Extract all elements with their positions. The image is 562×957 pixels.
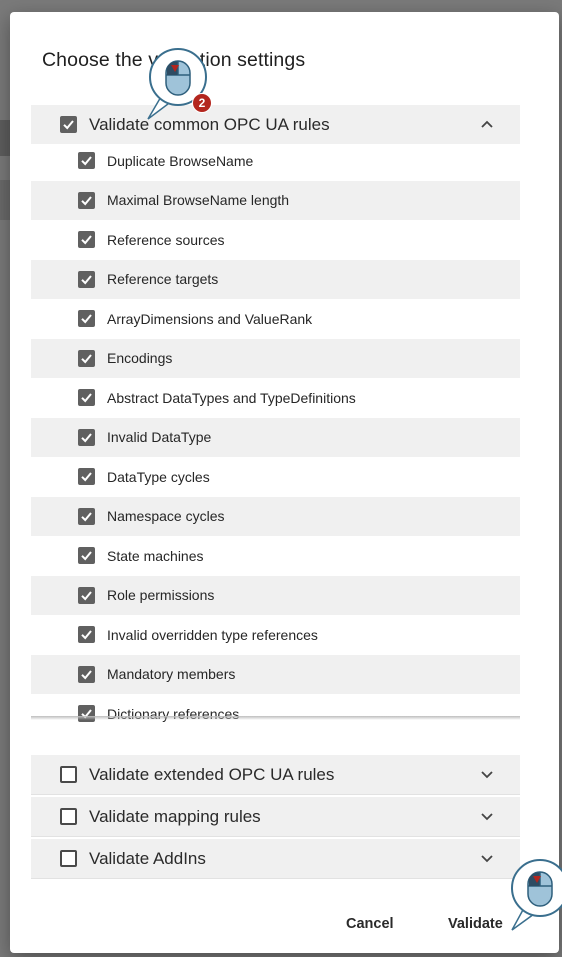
section-checkbox[interactable] [60, 766, 77, 783]
rule-item[interactable]: Dictionary references [31, 694, 520, 734]
rule-checkbox[interactable] [78, 507, 95, 525]
rule-label: Namespace cycles [107, 508, 225, 525]
rule-checkbox[interactable] [78, 428, 95, 446]
rule-checkbox[interactable] [78, 152, 95, 170]
rule-label: Invalid overridden type references [107, 626, 318, 643]
rule-checkbox[interactable] [78, 665, 95, 683]
checkmark-icon [81, 275, 92, 285]
section-header[interactable]: Validate mapping rules [31, 797, 520, 836]
checkmark-icon [81, 314, 92, 324]
step-badge-number: 2 [198, 96, 206, 110]
rule-checkbox[interactable] [78, 270, 95, 288]
section-mapping-rules[interactable]: Validate mapping rules [31, 797, 520, 837]
section-common-opc-ua[interactable]: Validate common OPC UA rules [31, 105, 520, 144]
rule-checkbox[interactable] [78, 389, 95, 407]
section-header[interactable]: Validate AddIns [31, 839, 520, 878]
mouse-click-icon [142, 43, 214, 126]
rule-label: Role permissions [107, 587, 215, 604]
rule-label: Reference sources [107, 231, 225, 248]
rule-checkbox[interactable] [78, 349, 95, 367]
chevron-down-icon[interactable] [480, 809, 494, 823]
rule-label: Abstract DataTypes and TypeDefinitions [107, 389, 356, 406]
section-extended-opc-ua[interactable]: Validate extended OPC UA rules [31, 755, 520, 795]
rule-checkbox[interactable] [78, 626, 95, 644]
checkmark-icon [81, 472, 92, 482]
background-app-strip [0, 180, 10, 220]
rule-item[interactable]: ArrayDimensions and ValueRank [31, 299, 520, 339]
mouse-click-icon [508, 852, 562, 937]
checkmark-icon [81, 551, 92, 561]
rule-checkbox[interactable] [78, 547, 95, 565]
rule-label: Invalid DataType [107, 429, 212, 446]
chevron-down-icon[interactable] [480, 767, 494, 781]
section-label: Validate AddIns [89, 848, 206, 868]
rule-checkbox[interactable] [78, 231, 95, 249]
section-header[interactable]: Validate common OPC UA rules [31, 105, 520, 144]
rule-item[interactable]: Invalid overridden type references [31, 615, 520, 655]
checkmark-icon [81, 354, 92, 364]
checkmark-icon [81, 156, 92, 166]
checkmark-icon [81, 670, 92, 680]
rule-checkbox[interactable] [78, 586, 95, 604]
section-label: Validate mapping rules [89, 806, 261, 826]
rule-item[interactable]: Reference targets [31, 259, 520, 299]
section-label: Validate extended OPC UA rules [89, 764, 335, 784]
list-divider [31, 716, 520, 720]
rule-item[interactable]: Reference sources [31, 220, 520, 260]
checkmark-icon [81, 591, 92, 601]
checkmark-icon [81, 433, 92, 443]
background-app-strip [0, 120, 10, 156]
checkmark-icon [81, 630, 92, 640]
rule-item[interactable]: Encodings [31, 338, 520, 378]
rule-label: Duplicate BrowseName [107, 152, 254, 169]
chevron-down-icon[interactable] [480, 851, 494, 865]
rule-label: State machines [107, 547, 204, 564]
checkmark-icon [81, 393, 92, 403]
section-checkbox[interactable] [60, 116, 77, 133]
rule-item[interactable]: DataType cycles [31, 457, 520, 497]
common-rules-list: Duplicate BrowseName Maximal BrowseName l… [31, 141, 520, 734]
section-checkbox[interactable] [60, 808, 77, 825]
validate-button[interactable]: Validate [448, 916, 503, 932]
section-checkbox[interactable] [60, 850, 77, 867]
rule-label: Maximal BrowseName length [107, 192, 290, 209]
rule-label: Reference targets [107, 271, 219, 288]
rule-item[interactable]: Role permissions [31, 575, 520, 615]
rule-item[interactable]: State machines [31, 536, 520, 576]
rule-item[interactable]: Namespace cycles [31, 496, 520, 536]
rule-checkbox[interactable] [78, 310, 95, 328]
rule-label: Mandatory members [107, 666, 236, 683]
checkmark-icon [81, 196, 92, 206]
rule-item[interactable]: Duplicate BrowseName [31, 141, 520, 181]
chevron-up-icon[interactable] [480, 117, 494, 131]
rule-item[interactable]: Abstract DataTypes and TypeDefinitions [31, 378, 520, 418]
rule-label: DataType cycles [107, 468, 210, 485]
rule-item[interactable]: Mandatory members [31, 654, 520, 694]
rule-checkbox[interactable] [78, 468, 95, 486]
rule-label: ArrayDimensions and ValueRank [107, 310, 313, 327]
cancel-button[interactable]: Cancel [346, 916, 394, 932]
section-header[interactable]: Validate extended OPC UA rules [31, 755, 520, 794]
checkmark-icon [81, 235, 92, 245]
section-addins[interactable]: Validate AddIns [31, 839, 520, 879]
rule-item[interactable]: Maximal BrowseName length [31, 180, 520, 220]
rule-checkbox[interactable] [78, 191, 95, 209]
step-badge: 2 [192, 93, 212, 113]
checkmark-icon [81, 512, 92, 522]
rule-item[interactable]: Invalid DataType [31, 417, 520, 457]
rule-label: Encodings [107, 350, 173, 367]
